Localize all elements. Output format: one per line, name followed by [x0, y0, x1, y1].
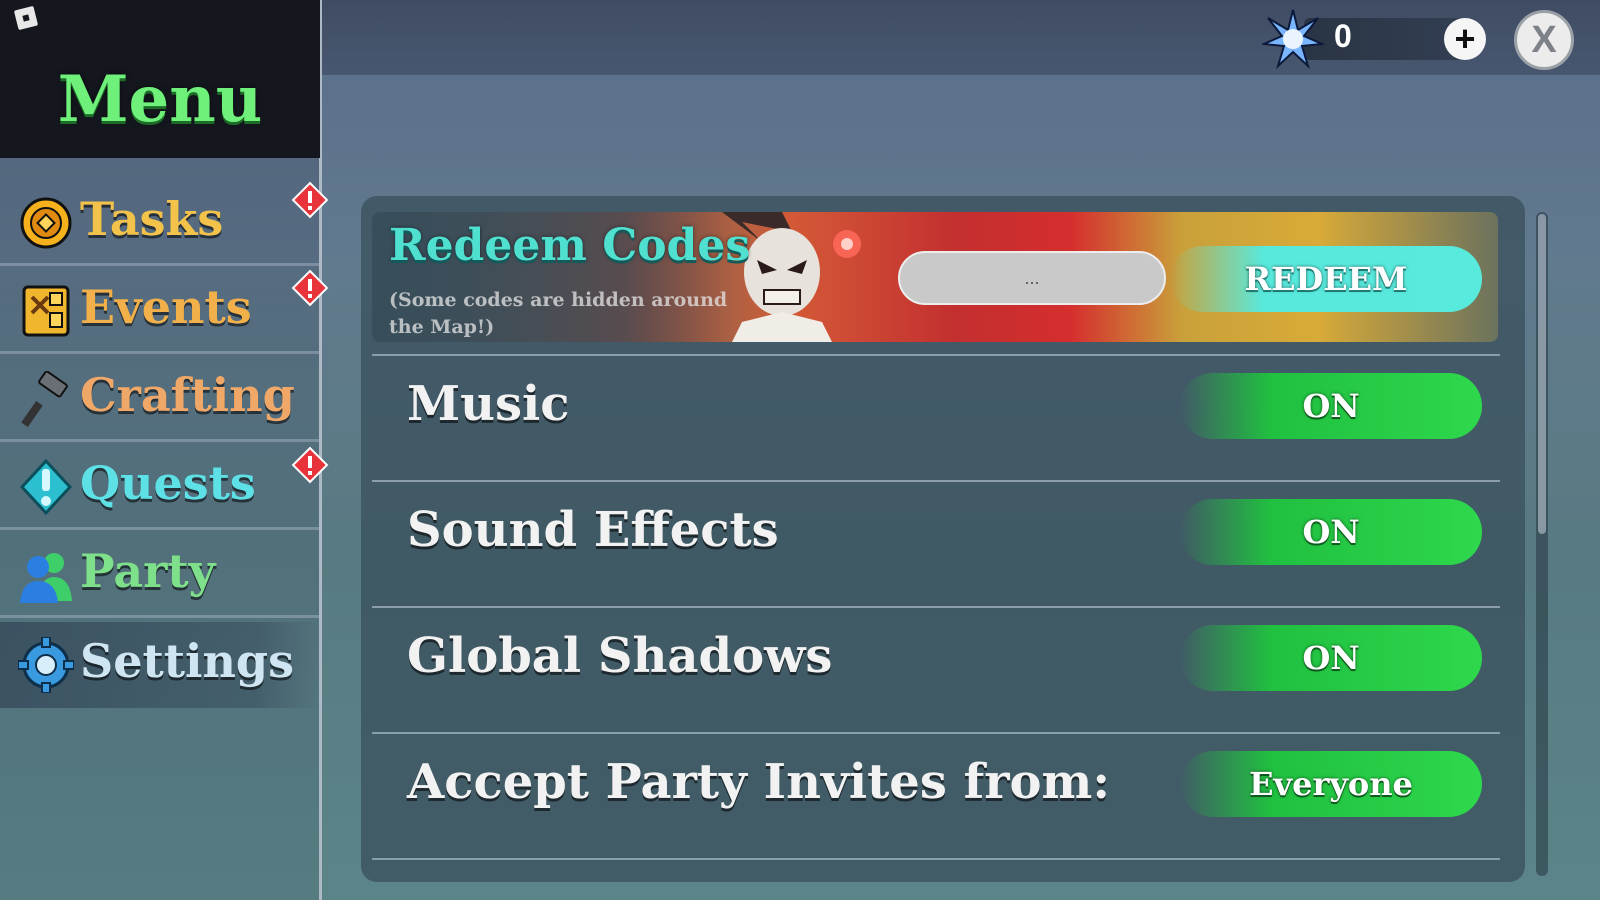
sidebar-item-quests[interactable]: Quests	[0, 444, 320, 530]
star-burst-icon	[1262, 9, 1324, 70]
sidebar-item-label: Events	[80, 280, 252, 334]
code-input[interactable]	[898, 251, 1166, 305]
roblox-logo-icon[interactable]	[13, 5, 39, 31]
sidebar-item-label: Tasks	[80, 192, 224, 246]
setting-label-music: Music	[407, 376, 570, 432]
divider	[372, 354, 1500, 356]
add-currency-button[interactable]: +	[1444, 18, 1486, 60]
sidebar-item-events[interactable]: Events	[0, 268, 320, 354]
sidebar-item-crafting[interactable]: Crafting	[0, 356, 320, 442]
sound-effects-toggle[interactable]: ON	[1180, 499, 1482, 565]
hammer-icon	[21, 371, 68, 427]
redeem-codes-subtitle: (Some codes are hidden around the Map!)	[389, 289, 728, 338]
party-icon	[20, 553, 72, 603]
sidebar-item-label: Crafting	[80, 368, 295, 422]
divider	[372, 858, 1500, 860]
sidebar-item-party[interactable]: Party	[0, 532, 320, 618]
party-invites-dropdown[interactable]: Everyone	[1180, 751, 1482, 817]
redeem-codes-title: Redeem Codes	[389, 220, 751, 271]
divider	[372, 480, 1500, 482]
sidebar-item-label: Settings	[80, 634, 294, 688]
global-shadows-toggle[interactable]: ON	[1180, 625, 1482, 691]
menu-title: Menu	[57, 62, 263, 137]
setting-label-party-invites: Accept Party Invites from:	[407, 754, 1111, 810]
alert-icon	[291, 446, 329, 484]
redeem-button[interactable]: REDEEM	[1170, 246, 1482, 312]
setting-label-sound-effects: Sound Effects	[407, 502, 779, 558]
music-toggle[interactable]: ON	[1180, 373, 1482, 439]
coin-icon	[20, 197, 72, 249]
sidebar-item-settings[interactable]: Settings	[0, 622, 320, 708]
menu-header: Menu	[0, 0, 320, 158]
sidebar-item-label: Quests	[80, 456, 256, 510]
currency-value: 0	[1334, 18, 1352, 54]
scrollbar-thumb[interactable]	[1538, 214, 1546, 534]
sidebar-item-tasks[interactable]: Tasks	[0, 180, 320, 266]
alert-icon	[291, 181, 329, 219]
divider	[372, 732, 1500, 734]
alert-icon	[291, 269, 329, 307]
close-button[interactable]: X	[1514, 10, 1574, 70]
currency-bar	[1304, 18, 1464, 60]
scroll-icon	[22, 285, 70, 337]
divider	[372, 606, 1500, 608]
quest-marker-icon	[19, 459, 73, 515]
sidebar-item-label: Party	[80, 544, 216, 598]
setting-label-global-shadows: Global Shadows	[407, 628, 833, 684]
gear-icon	[18, 637, 74, 693]
